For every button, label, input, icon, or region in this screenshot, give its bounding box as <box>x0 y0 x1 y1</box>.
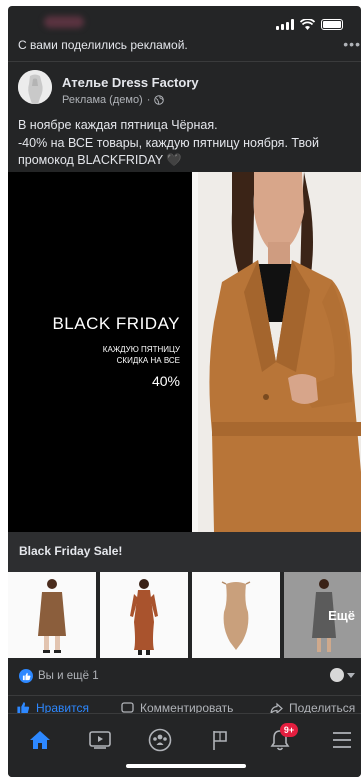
page-name[interactable]: Ателье Dress Factory <box>62 75 199 90</box>
carousel-card-coat[interactable] <box>8 572 96 658</box>
post-text-line: промокод BLACKFRIDAY 🖤 <box>18 153 182 167</box>
groups-icon <box>148 728 172 752</box>
hero-discount: 40% <box>151 373 180 389</box>
share-icon <box>270 702 283 713</box>
carousel-caption-text: Black Friday Sale! <box>19 544 123 558</box>
tab-menu[interactable] <box>324 726 360 754</box>
post-header: Ателье Dress Factory Реклама (демо) · <box>8 62 361 116</box>
carousel-card-bodysuit[interactable] <box>192 572 280 658</box>
ad-hero-image[interactable]: BLACK FRIDAY КАЖДУЮ ПЯТНИЦУ СКИДКА НА ВС… <box>8 172 361 532</box>
hero-subtitle-line: КАЖДУЮ ПЯТНИЦУ <box>102 345 180 354</box>
tab-home[interactable] <box>22 726 58 754</box>
sponsored-label: Реклама (демо) <box>62 94 143 106</box>
carousel-card-more[interactable]: Ещё <box>284 572 361 658</box>
like-button[interactable]: Нравится <box>16 701 89 713</box>
sponsored-line: Реклама (демо) · <box>62 94 165 106</box>
comment-button[interactable]: Комментировать <box>121 701 233 713</box>
status-icons <box>276 19 343 30</box>
post-actions: Нравится Комментировать Поделиться <box>8 699 361 713</box>
shared-ad-notice: С вами поделились рекламой. <box>18 38 188 52</box>
wifi-icon <box>300 19 315 30</box>
share-label: Поделиться <box>289 701 356 713</box>
reactions-count[interactable]: Вы и ещё 1 <box>38 670 99 682</box>
signal-icon <box>276 19 294 30</box>
flag-icon <box>213 731 227 750</box>
status-bar-time <box>44 16 84 28</box>
hero-title: BLACK FRIDAY <box>52 314 180 333</box>
post-text-line: -40% на ВСЕ товары, каждую пятницу ноябр… <box>18 135 319 150</box>
chevron-down-icon <box>347 672 355 678</box>
tab-watch[interactable] <box>82 726 118 754</box>
page-avatar[interactable] <box>18 70 52 104</box>
product-carousel[interactable]: Ещё <box>8 572 361 658</box>
status-bar <box>8 6 361 40</box>
globe-icon <box>154 95 165 105</box>
video-icon <box>89 731 111 749</box>
post-text: В ноябре каждая пятница Чёрная. -40% на … <box>18 117 354 170</box>
home-indicator[interactable] <box>126 764 246 768</box>
user-avatar <box>330 668 344 682</box>
carousel-caption[interactable]: Black Friday Sale! <box>8 532 361 572</box>
reaction-selector[interactable] <box>330 668 355 682</box>
comment-label: Комментировать <box>140 701 234 713</box>
carousel-card-dress[interactable] <box>100 572 188 658</box>
like-reaction-icon <box>19 669 33 683</box>
reactions-bar[interactable]: Вы и ещё 1 <box>8 661 361 691</box>
hero-subtitle: КАЖДУЮ ПЯТНИЦУ СКИДКА НА ВСЕ <box>8 344 180 366</box>
battery-icon <box>321 19 343 30</box>
tab-notifications[interactable]: 9+ <box>262 723 298 754</box>
tab-pages[interactable] <box>202 726 238 754</box>
menu-icon <box>333 732 351 748</box>
phone-screen: С вами поделились рекламой. ••• Ателье D… <box>8 6 361 777</box>
share-button[interactable]: Поделиться <box>270 701 355 713</box>
home-icon <box>30 731 50 749</box>
post-text-line: В ноябре каждая пятница Чёрная. <box>18 118 218 132</box>
thumbs-up-icon <box>17 702 30 713</box>
more-options-icon[interactable]: ••• <box>343 36 361 52</box>
divider <box>8 695 361 696</box>
model-photo <box>192 172 361 532</box>
tab-groups[interactable] <box>142 726 178 754</box>
carousel-more-label: Ещё <box>328 608 355 623</box>
comment-icon <box>121 701 134 713</box>
hero-subtitle-line: СКИДКА НА ВСЕ <box>116 356 180 365</box>
notifications-badge: 9+ <box>280 723 298 737</box>
like-label: Нравится <box>36 701 89 713</box>
